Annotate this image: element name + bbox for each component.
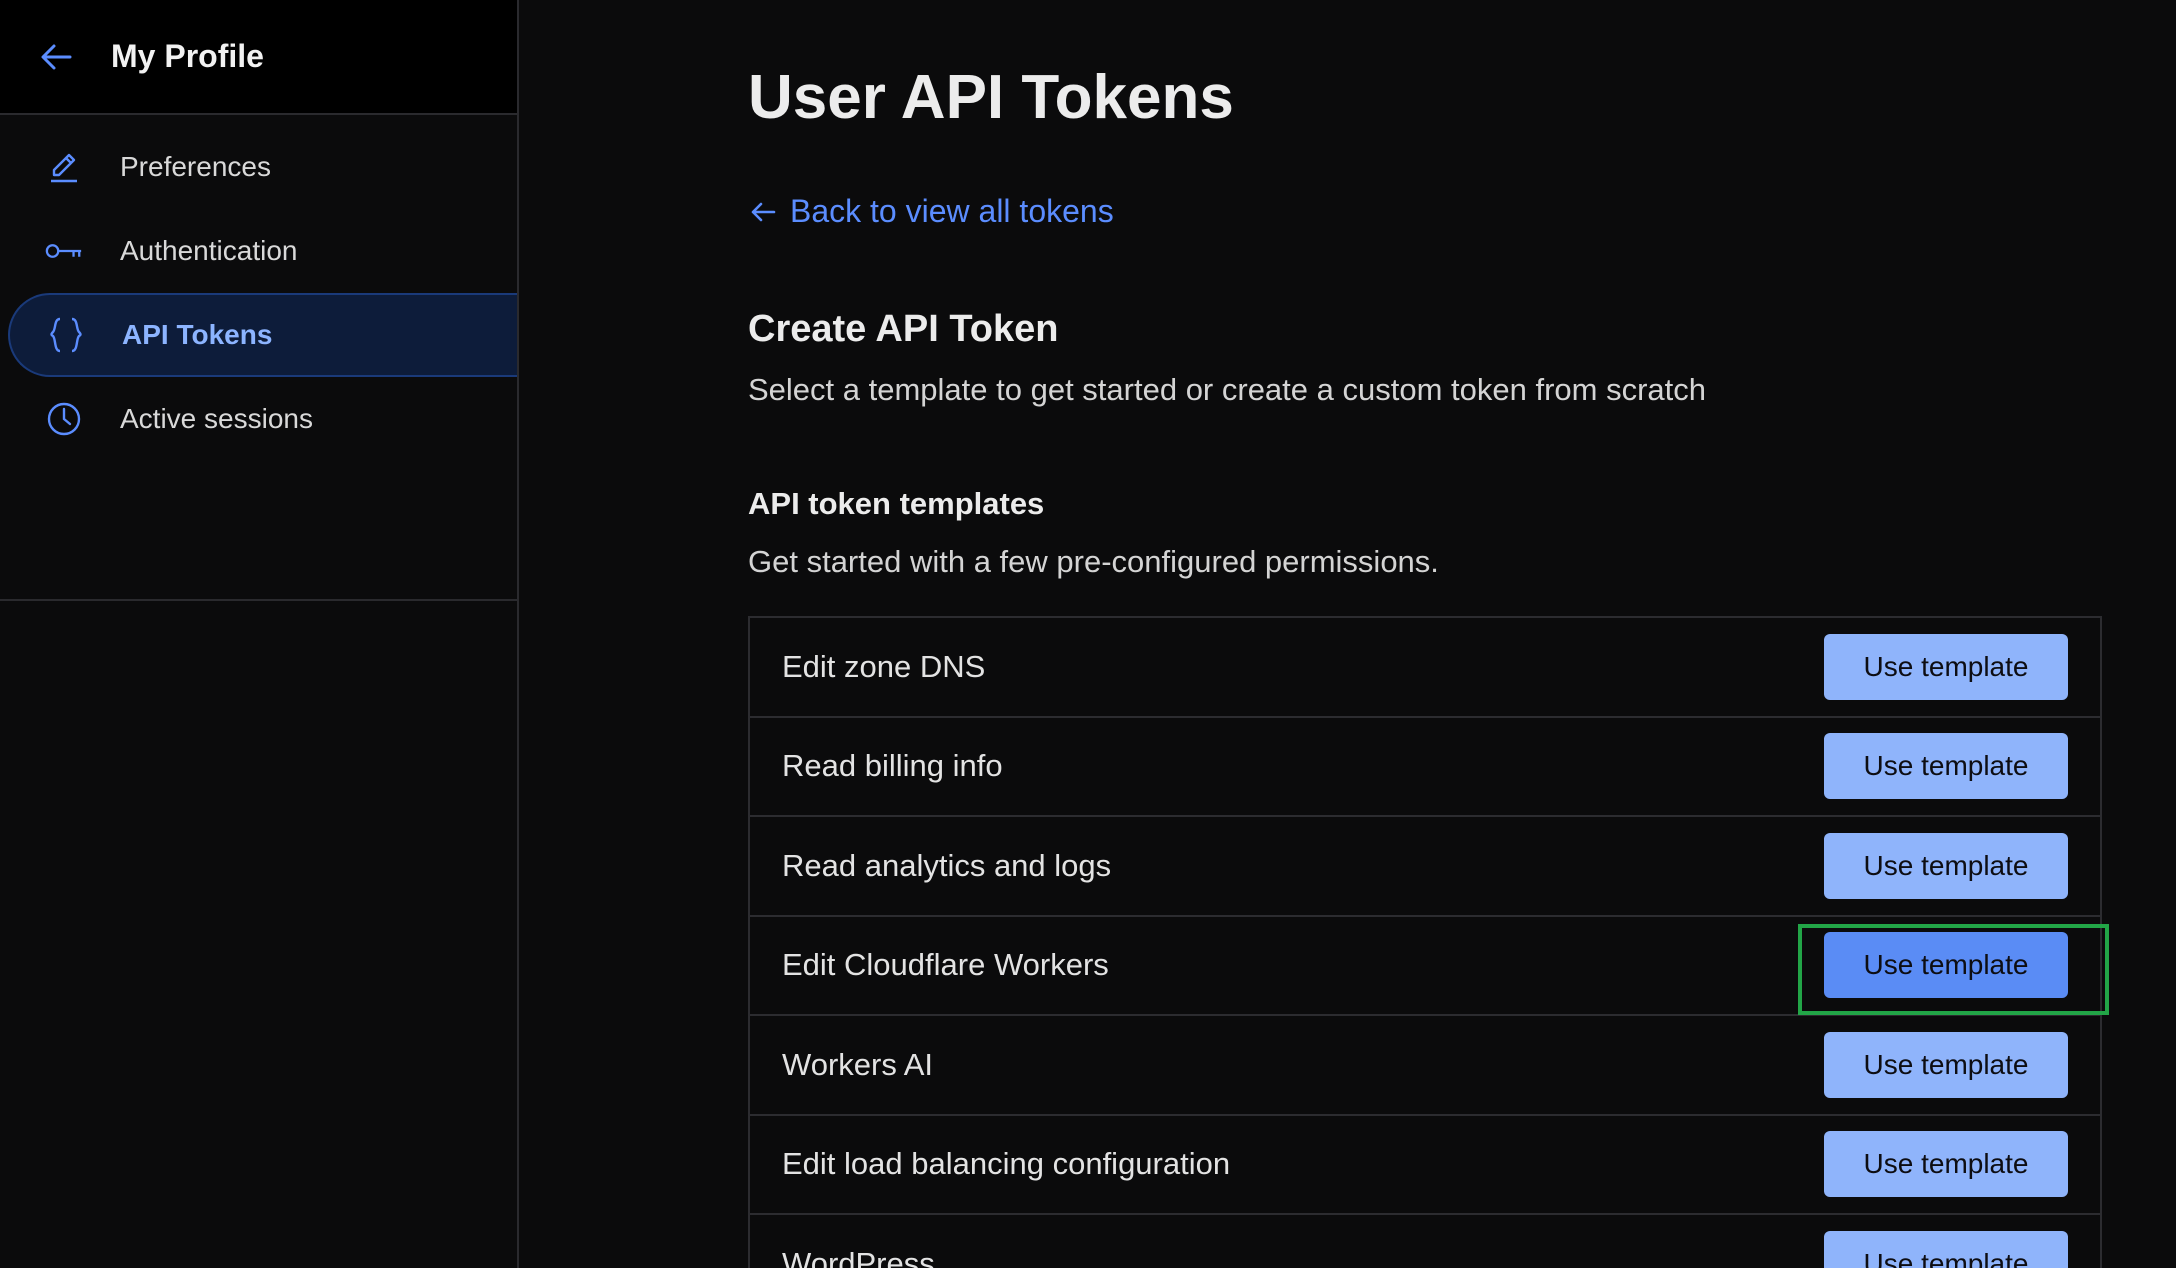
sidebar-item-label: API Tokens [122,319,273,350]
sidebar-item-label: Preferences [120,151,271,182]
use-template-button[interactable]: Use template [1824,733,2068,800]
use-template-button[interactable]: Use template [1824,1031,2068,1098]
sidebar-item-label: Authentication [120,235,298,266]
use-template-button[interactable]: Use template [1824,932,2068,999]
template-name: Edit load balancing configuration [782,1146,1231,1182]
braces-icon [46,315,86,355]
back-to-tokens-link[interactable]: Back to view all tokens [748,193,1114,230]
template-name: WordPress [782,1245,935,1268]
back-link-label: Back to view all tokens [790,193,1114,229]
template-name: Edit zone DNS [782,648,986,684]
pencil-icon [44,147,84,187]
arrow-left-icon [751,202,776,221]
use-template-button[interactable]: Use template [1824,1131,2068,1198]
section-title: Create API Token [748,308,1059,350]
use-template-button[interactable]: Use template [1824,1230,2068,1268]
template-row-read-billing-info: Read billing info Use template [750,718,2100,817]
page-title: User API Tokens [748,63,1234,132]
template-row-workers-ai: Workers AI Use template [750,1016,2100,1116]
sidebar-nav: Preferences Authentication API Tokens Ac… [0,115,517,601]
app: My Profile Preferences Authentication AP… [0,0,2176,1268]
template-row-wordpress: WordPress Use template [750,1215,2100,1268]
template-name: Read analytics and logs [782,847,1112,883]
clock-icon [44,399,84,439]
template-row-read-analytics-and-logs: Read analytics and logs Use template [750,817,2100,917]
use-template-button[interactable]: Use template [1824,832,2068,899]
sidebar-item-authentication[interactable]: Authentication [0,209,517,293]
template-name: Read billing info [782,748,1003,784]
template-name: Edit Cloudflare Workers [782,947,1109,983]
use-template-button[interactable]: Use template [1824,633,2068,700]
sidebar-header: My Profile [0,0,517,115]
templates-subtitle: Get started with a few pre-configured pe… [748,544,1439,579]
key-icon [44,231,84,271]
template-row-edit-load-balancing: Edit load balancing configuration Use te… [750,1116,2100,1215]
section-subtitle: Select a template to get started or crea… [748,372,1707,407]
sidebar-item-preferences[interactable]: Preferences [0,125,517,209]
templates-title: API token templates [748,486,1045,521]
sidebar-title: My Profile [111,38,264,74]
template-name: Workers AI [782,1046,934,1082]
sidebar-item-active-sessions[interactable]: Active sessions [0,377,517,461]
back-arrow-icon[interactable] [36,37,76,77]
template-row-edit-cloudflare-workers: Edit Cloudflare Workers Use template [750,917,2100,1016]
templates-table: Edit zone DNS Use template Read billing … [748,616,2102,1268]
sidebar: My Profile Preferences Authentication AP… [0,0,519,1268]
sidebar-item-label: Active sessions [120,403,313,434]
template-row-edit-zone-dns: Edit zone DNS Use template [750,618,2100,718]
sidebar-item-api-tokens[interactable]: API Tokens [8,293,517,377]
